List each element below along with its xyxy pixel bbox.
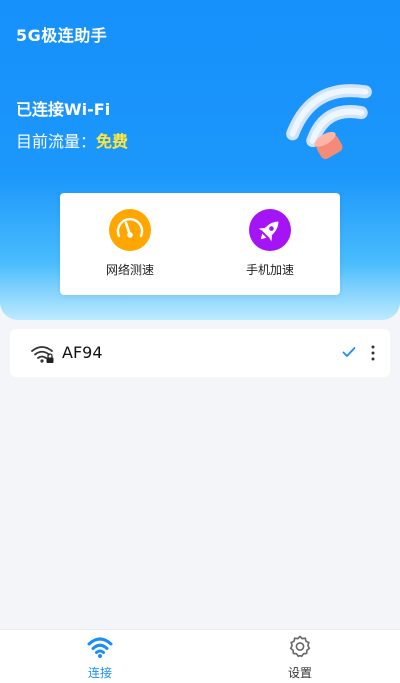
wifi-icon <box>87 637 113 658</box>
nav-tab-connect[interactable]: 连接 <box>50 635 150 681</box>
nav-label-settings: 设置 <box>287 666 312 680</box>
wifi-list-item[interactable]: AF94 <box>10 329 390 377</box>
speed-test-button[interactable]: 网络测速 <box>80 209 180 278</box>
wifi-status-text: 已连接Wi-Fi <box>16 100 111 119</box>
gear-icon <box>289 635 311 658</box>
wifi-illustration-icon <box>286 84 372 160</box>
phone-boost-button[interactable]: 手机加速 <box>220 209 320 278</box>
traffic-row: 目前流量：免费 <box>16 128 128 152</box>
app-screen: 5G极连助手 已连接Wi-Fi 目前流量：免费 网络测速 手机加速 AF94 连… <box>0 0 400 683</box>
wifi-locked-icon <box>31 346 54 363</box>
checkmark-icon <box>342 347 356 357</box>
speedometer-icon <box>109 209 151 251</box>
wifi-ssid: AF94 <box>62 343 103 362</box>
bottom-nav: 连接 设置 <box>0 629 400 683</box>
tools-card: 网络测速 手机加速 <box>60 193 340 295</box>
traffic-value: 免费 <box>96 132 129 151</box>
app-title: 5G极连助手 <box>16 26 108 45</box>
rocket-icon <box>249 209 291 251</box>
speed-test-label: 网络测速 <box>105 263 154 277</box>
more-vertical-icon[interactable] <box>366 344 380 362</box>
nav-label-connect: 连接 <box>87 666 112 680</box>
nav-tab-settings[interactable]: 设置 <box>250 635 350 681</box>
traffic-label: 目前流量： <box>16 132 97 151</box>
phone-boost-label: 手机加速 <box>245 263 294 277</box>
